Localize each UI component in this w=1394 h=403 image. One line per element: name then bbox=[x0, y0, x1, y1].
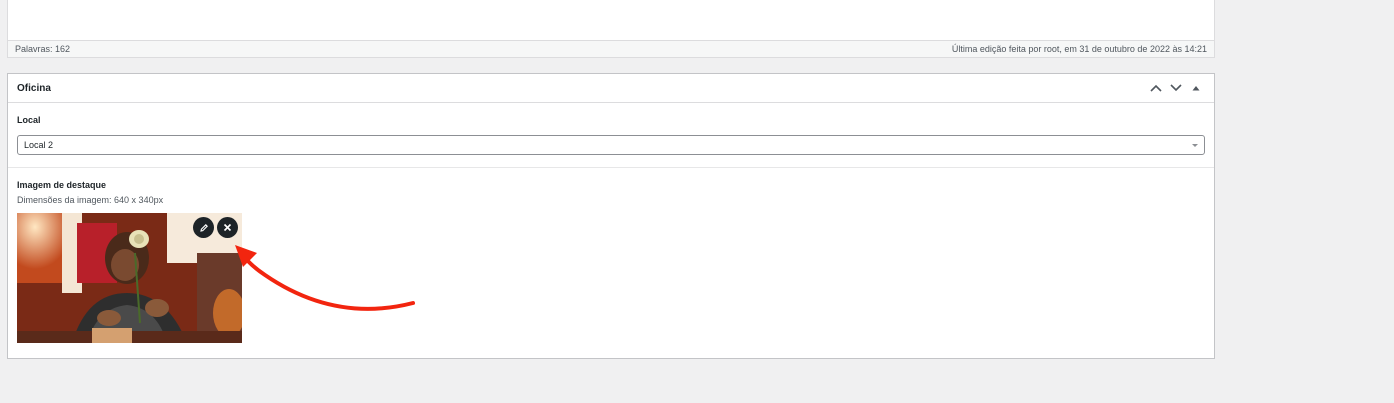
handle-actions bbox=[1146, 78, 1206, 98]
local-selected-value: Local 2 bbox=[24, 140, 54, 150]
edit-pencil-icon bbox=[199, 223, 208, 232]
edit-image-button[interactable] bbox=[193, 217, 214, 238]
local-select[interactable]: Local 2 bbox=[17, 135, 1205, 155]
toggle-panel-button[interactable] bbox=[1186, 78, 1206, 98]
image-dimensions-note: Dimensões da imagem: 640 x 340px bbox=[17, 195, 164, 205]
metabox-title: Oficina bbox=[17, 82, 51, 94]
featured-image-preview[interactable] bbox=[17, 213, 242, 343]
remove-image-button[interactable] bbox=[217, 217, 238, 238]
local-field: Local Local 2 bbox=[8, 103, 1214, 168]
editor-content[interactable] bbox=[8, 0, 1214, 40]
metabox-header[interactable]: Oficina bbox=[8, 74, 1214, 103]
last-edit-info: Última edição feita por root, em 31 de o… bbox=[951, 44, 1207, 54]
remove-x-icon bbox=[223, 223, 232, 232]
local-label: Local bbox=[17, 115, 41, 125]
dropdown-arrow-icon bbox=[1192, 143, 1198, 147]
editor-area[interactable]: Palavras: 162 Última edição feita por ro… bbox=[7, 0, 1215, 58]
move-up-button[interactable] bbox=[1146, 78, 1166, 98]
status-bar: Palavras: 162 Última edição feita por ro… bbox=[8, 40, 1214, 57]
chevron-down-icon bbox=[1170, 84, 1182, 92]
move-down-button[interactable] bbox=[1166, 78, 1186, 98]
collapse-triangle-icon bbox=[1192, 86, 1200, 91]
chevron-up-icon bbox=[1150, 84, 1162, 92]
featured-image-label: Imagem de destaque bbox=[17, 180, 107, 190]
word-count: Palavras: 162 bbox=[15, 44, 71, 54]
featured-image-field: Imagem de destaque Dimensões da imagem: … bbox=[8, 168, 1214, 343]
oficina-metabox: Oficina Local Local 2 Imagem de destaque… bbox=[7, 73, 1215, 359]
